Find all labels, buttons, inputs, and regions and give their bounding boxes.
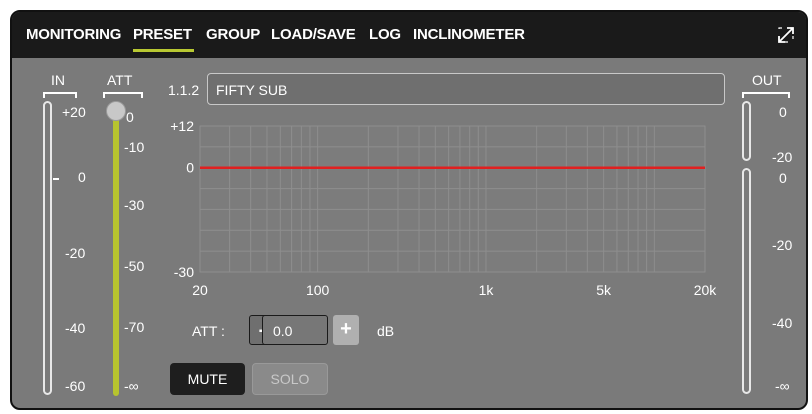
att-control-label: ATT : (192, 323, 225, 339)
chart-plot-area (199, 125, 706, 273)
x-tick-label: 5k (596, 282, 612, 298)
solo-button[interactable]: SOLO (252, 363, 328, 395)
out-meter-lower (742, 168, 751, 394)
out-scale-label: -∞ (775, 378, 790, 394)
eq-response-chart: 20 100 1k 5k 20k +12 0 -30 (170, 118, 718, 298)
out-scale-label: -40 (772, 315, 793, 331)
preset-panel: MONITORING PRESET GROUP LOAD/SAVE LOG IN… (10, 10, 808, 410)
out-scale-label: -20 (772, 237, 793, 253)
out-meter-upper (742, 101, 751, 161)
out-bracket (742, 92, 790, 98)
mute-button[interactable]: MUTE (170, 363, 245, 395)
att-increase-button[interactable]: + (333, 315, 359, 345)
y-tick-label: -30 (174, 264, 194, 280)
out-scale-label: -20 (772, 149, 793, 165)
out-scale-label: 0 (779, 170, 787, 186)
y-tick-label: +12 (170, 118, 194, 134)
x-tick-label: 1k (479, 282, 495, 298)
y-tick-label: 0 (186, 160, 194, 176)
att-value-text: 0.0 (273, 323, 293, 339)
x-tick-label: 20 (192, 282, 208, 298)
out-scale-label: 0 (779, 104, 787, 120)
att-value-field[interactable]: 0.0 (262, 315, 328, 345)
x-tick-label: 100 (306, 282, 330, 298)
out-label: OUT (752, 72, 782, 88)
att-unit: dB (377, 323, 395, 339)
x-tick-label: 20k (694, 282, 718, 298)
